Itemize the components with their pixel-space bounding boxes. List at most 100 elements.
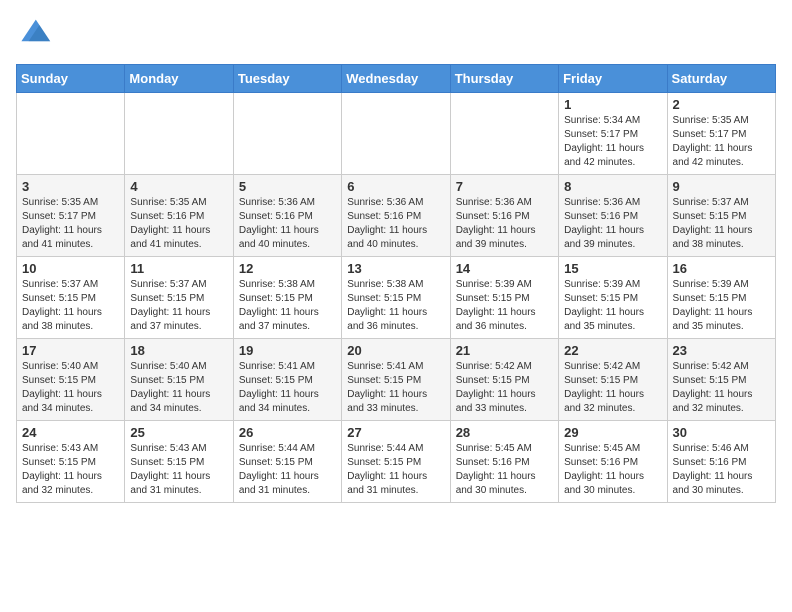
weekday-header-wednesday: Wednesday bbox=[342, 65, 450, 93]
day-info-17: Sunrise: 5:40 AM Sunset: 5:15 PM Dayligh… bbox=[22, 360, 119, 416]
day-info-22: Sunrise: 5:42 AM Sunset: 5:15 PM Dayligh… bbox=[564, 360, 661, 416]
day-number-16: 16 bbox=[673, 261, 770, 276]
weekday-header-tuesday: Tuesday bbox=[233, 65, 341, 93]
day-info-3: Sunrise: 5:35 AM Sunset: 5:17 PM Dayligh… bbox=[22, 196, 119, 252]
day-info-10: Sunrise: 5:37 AM Sunset: 5:15 PM Dayligh… bbox=[22, 278, 119, 334]
day-cell-10: 10 Sunrise: 5:37 AM Sunset: 5:15 PM Dayli… bbox=[17, 257, 125, 339]
day-number-3: 3 bbox=[22, 179, 119, 194]
weekday-header-thursday: Thursday bbox=[450, 65, 558, 93]
day-info-15: Sunrise: 5:39 AM Sunset: 5:15 PM Dayligh… bbox=[564, 278, 661, 334]
day-cell-3: 3 Sunrise: 5:35 AM Sunset: 5:17 PM Daylig… bbox=[17, 175, 125, 257]
logo-icon bbox=[16, 16, 52, 52]
day-cell-20: 20Sunrise: 5:41 AM Sunset: 5:15 PM Dayli… bbox=[342, 339, 450, 421]
week-row-3: 10 Sunrise: 5:37 AM Sunset: 5:15 PM Dayli… bbox=[17, 257, 776, 339]
day-info-5: Sunrise: 5:36 AM Sunset: 5:16 PM Dayligh… bbox=[239, 196, 336, 252]
day-info-1: Sunrise: 5:34 AM Sunset: 5:17 PM Dayligh… bbox=[564, 114, 661, 170]
day-number-1: 1 bbox=[564, 97, 661, 112]
day-info-8: Sunrise: 5:36 AM Sunset: 5:16 PM Dayligh… bbox=[564, 196, 661, 252]
empty-cell bbox=[450, 93, 558, 175]
weekday-header-row: SundayMondayTuesdayWednesdayThursdayFrid… bbox=[17, 65, 776, 93]
day-number-6: 6 bbox=[347, 179, 444, 194]
day-number-18: 18 bbox=[130, 343, 227, 358]
day-number-9: 9 bbox=[673, 179, 770, 194]
day-cell-6: 6 Sunrise: 5:36 AM Sunset: 5:16 PM Daylig… bbox=[342, 175, 450, 257]
day-cell-16: 16Sunrise: 5:39 AM Sunset: 5:15 PM Dayli… bbox=[667, 257, 775, 339]
day-cell-5: 5Sunrise: 5:36 AM Sunset: 5:16 PM Daylig… bbox=[233, 175, 341, 257]
day-info-19: Sunrise: 5:41 AM Sunset: 5:15 PM Dayligh… bbox=[239, 360, 336, 416]
week-row-5: 24 Sunrise: 5:43 AM Sunset: 5:15 PM Dayli… bbox=[17, 421, 776, 503]
day-number-23: 23 bbox=[673, 343, 770, 358]
day-number-21: 21 bbox=[456, 343, 553, 358]
day-info-9: Sunrise: 5:37 AM Sunset: 5:15 PM Dayligh… bbox=[673, 196, 770, 252]
day-cell-30: 30Sunrise: 5:46 AM Sunset: 5:16 PM Dayli… bbox=[667, 421, 775, 503]
day-cell-25: 25Sunrise: 5:43 AM Sunset: 5:15 PM Dayli… bbox=[125, 421, 233, 503]
day-info-21: Sunrise: 5:42 AM Sunset: 5:15 PM Dayligh… bbox=[456, 360, 553, 416]
day-cell-19: 19 Sunrise: 5:41 AM Sunset: 5:15 PM Dayli… bbox=[233, 339, 341, 421]
page-header bbox=[16, 16, 776, 52]
empty-cell bbox=[233, 93, 341, 175]
day-cell-15: 15 Sunrise: 5:39 AM Sunset: 5:15 PM Dayli… bbox=[559, 257, 667, 339]
day-info-4: Sunrise: 5:35 AM Sunset: 5:16 PM Dayligh… bbox=[130, 196, 227, 252]
day-cell-17: 17 Sunrise: 5:40 AM Sunset: 5:15 PM Dayli… bbox=[17, 339, 125, 421]
day-info-7: Sunrise: 5:36 AM Sunset: 5:16 PM Dayligh… bbox=[456, 196, 553, 252]
day-number-30: 30 bbox=[673, 425, 770, 440]
day-info-18: Sunrise: 5:40 AM Sunset: 5:15 PM Dayligh… bbox=[130, 360, 227, 416]
day-cell-24: 24 Sunrise: 5:43 AM Sunset: 5:15 PM Dayli… bbox=[17, 421, 125, 503]
day-cell-11: 11 Sunrise: 5:37 AM Sunset: 5:15 PM Dayli… bbox=[125, 257, 233, 339]
day-number-4: 4 bbox=[130, 179, 227, 194]
day-info-27: Sunrise: 5:44 AM Sunset: 5:15 PM Dayligh… bbox=[347, 442, 444, 498]
day-info-2: Sunrise: 5:35 AM Sunset: 5:17 PM Dayligh… bbox=[673, 114, 770, 170]
day-cell-14: 14 Sunrise: 5:39 AM Sunset: 5:15 PM Dayli… bbox=[450, 257, 558, 339]
day-cell-12: 12Sunrise: 5:38 AM Sunset: 5:15 PM Dayli… bbox=[233, 257, 341, 339]
day-number-10: 10 bbox=[22, 261, 119, 276]
day-number-24: 24 bbox=[22, 425, 119, 440]
day-cell-18: 18 Sunrise: 5:40 AM Sunset: 5:15 PM Dayli… bbox=[125, 339, 233, 421]
day-info-25: Sunrise: 5:43 AM Sunset: 5:15 PM Dayligh… bbox=[130, 442, 227, 498]
day-number-2: 2 bbox=[673, 97, 770, 112]
weekday-header-friday: Friday bbox=[559, 65, 667, 93]
day-cell-28: 28Sunrise: 5:45 AM Sunset: 5:16 PM Dayli… bbox=[450, 421, 558, 503]
day-number-17: 17 bbox=[22, 343, 119, 358]
day-cell-2: 2 Sunrise: 5:35 AM Sunset: 5:17 PM Daylig… bbox=[667, 93, 775, 175]
day-cell-22: 22 Sunrise: 5:42 AM Sunset: 5:15 PM Dayli… bbox=[559, 339, 667, 421]
day-cell-13: 13Sunrise: 5:38 AM Sunset: 5:15 PM Dayli… bbox=[342, 257, 450, 339]
empty-cell bbox=[342, 93, 450, 175]
day-number-19: 19 bbox=[239, 343, 336, 358]
day-info-23: Sunrise: 5:42 AM Sunset: 5:15 PM Dayligh… bbox=[673, 360, 770, 416]
day-info-11: Sunrise: 5:37 AM Sunset: 5:15 PM Dayligh… bbox=[130, 278, 227, 334]
day-number-28: 28 bbox=[456, 425, 553, 440]
day-info-26: Sunrise: 5:44 AM Sunset: 5:15 PM Dayligh… bbox=[239, 442, 336, 498]
day-number-8: 8 bbox=[564, 179, 661, 194]
day-cell-4: 4 Sunrise: 5:35 AM Sunset: 5:16 PM Daylig… bbox=[125, 175, 233, 257]
week-row-1: 1 Sunrise: 5:34 AM Sunset: 5:17 PM Daylig… bbox=[17, 93, 776, 175]
day-cell-26: 26Sunrise: 5:44 AM Sunset: 5:15 PM Dayli… bbox=[233, 421, 341, 503]
weekday-header-monday: Monday bbox=[125, 65, 233, 93]
day-cell-23: 23 Sunrise: 5:42 AM Sunset: 5:15 PM Dayli… bbox=[667, 339, 775, 421]
day-cell-29: 29 Sunrise: 5:45 AM Sunset: 5:16 PM Dayli… bbox=[559, 421, 667, 503]
day-number-22: 22 bbox=[564, 343, 661, 358]
empty-cell bbox=[17, 93, 125, 175]
weekday-header-saturday: Saturday bbox=[667, 65, 775, 93]
weekday-header-sunday: Sunday bbox=[17, 65, 125, 93]
logo bbox=[16, 16, 56, 52]
day-cell-9: 9 Sunrise: 5:37 AM Sunset: 5:15 PM Daylig… bbox=[667, 175, 775, 257]
week-row-4: 17 Sunrise: 5:40 AM Sunset: 5:15 PM Dayli… bbox=[17, 339, 776, 421]
day-info-24: Sunrise: 5:43 AM Sunset: 5:15 PM Dayligh… bbox=[22, 442, 119, 498]
day-cell-1: 1 Sunrise: 5:34 AM Sunset: 5:17 PM Daylig… bbox=[559, 93, 667, 175]
day-number-15: 15 bbox=[564, 261, 661, 276]
day-info-13: Sunrise: 5:38 AM Sunset: 5:15 PM Dayligh… bbox=[347, 278, 444, 334]
day-cell-27: 27Sunrise: 5:44 AM Sunset: 5:15 PM Dayli… bbox=[342, 421, 450, 503]
day-number-14: 14 bbox=[456, 261, 553, 276]
day-info-12: Sunrise: 5:38 AM Sunset: 5:15 PM Dayligh… bbox=[239, 278, 336, 334]
day-info-29: Sunrise: 5:45 AM Sunset: 5:16 PM Dayligh… bbox=[564, 442, 661, 498]
day-info-20: Sunrise: 5:41 AM Sunset: 5:15 PM Dayligh… bbox=[347, 360, 444, 416]
day-info-14: Sunrise: 5:39 AM Sunset: 5:15 PM Dayligh… bbox=[456, 278, 553, 334]
day-number-29: 29 bbox=[564, 425, 661, 440]
day-cell-8: 8 Sunrise: 5:36 AM Sunset: 5:16 PM Daylig… bbox=[559, 175, 667, 257]
day-number-7: 7 bbox=[456, 179, 553, 194]
day-number-11: 11 bbox=[130, 261, 227, 276]
empty-cell bbox=[125, 93, 233, 175]
week-row-2: 3 Sunrise: 5:35 AM Sunset: 5:17 PM Daylig… bbox=[17, 175, 776, 257]
day-cell-7: 7 Sunrise: 5:36 AM Sunset: 5:16 PM Daylig… bbox=[450, 175, 558, 257]
day-info-6: Sunrise: 5:36 AM Sunset: 5:16 PM Dayligh… bbox=[347, 196, 444, 252]
